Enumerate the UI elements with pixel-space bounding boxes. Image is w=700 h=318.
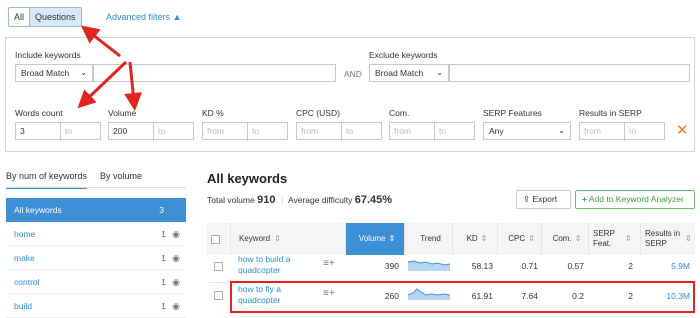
volume-input[interactable]: 200 to (108, 122, 194, 141)
highlight-box (230, 281, 695, 313)
results-in-serp-input[interactable]: from to (579, 122, 665, 141)
header-cpc[interactable]: CPC ⇕ (498, 223, 542, 255)
sort-icon: ⇕ (625, 234, 632, 243)
tab-by-volume[interactable]: By volume (100, 171, 142, 181)
row-kd: 58.13 (471, 261, 493, 271)
words-count-label: Words count (15, 108, 63, 118)
advanced-filters-link[interactable]: Advanced filters ▲ (106, 12, 181, 22)
header-com[interactable]: Com. ⇕ (542, 223, 589, 255)
serp-features-select[interactable]: Any ⌄ (483, 122, 571, 140)
chevron-down-icon: ⌄ (80, 68, 87, 77)
chevron-down-icon: ⌄ (436, 68, 443, 77)
words-count-input[interactable]: 3 to (15, 122, 101, 141)
header-kd[interactable]: KD ⇕ (453, 223, 498, 255)
sidebar-item-home[interactable]: home 1 ◉ (6, 222, 186, 246)
add-to-keyword-analyzer-button[interactable]: + Add to Keyword Analyzer (575, 190, 695, 209)
cpc-input[interactable]: from to (296, 122, 382, 141)
page-title: All keywords (207, 171, 288, 186)
row-serp-feat: 2 (628, 261, 633, 271)
exclude-keywords-input[interactable] (449, 64, 690, 82)
header-serp-feat[interactable]: SERP Feat. ⇕ (589, 223, 641, 255)
eye-icon[interactable]: ◉ (172, 246, 180, 270)
clear-filters-icon[interactable]: ✕ (676, 121, 689, 139)
avg-difficulty-value: 67.45% (354, 194, 393, 206)
row-com: 0.57 (567, 261, 584, 271)
header-trend: Trend (405, 223, 453, 255)
total-volume-value: 910 (257, 194, 276, 206)
sidebar-item-control[interactable]: control 1 ◉ (6, 270, 186, 294)
row-checkbox[interactable] (214, 291, 223, 300)
header-checkbox-cell (207, 223, 231, 255)
toggle-questions[interactable]: Questions (29, 8, 81, 26)
plus-icon: + (582, 194, 587, 204)
eye-icon[interactable]: ◉ (172, 294, 180, 318)
export-button[interactable]: ⇪ Export (516, 190, 571, 209)
eye-icon[interactable]: ◉ (172, 270, 180, 294)
serp-features-label: SERP Features (483, 108, 542, 118)
sidebar-item-make[interactable]: make 1 ◉ (6, 246, 186, 270)
sort-icon: ⇕ (274, 234, 281, 243)
row-checkbox[interactable] (214, 262, 223, 271)
sort-icon: ⇕ (685, 234, 692, 243)
toggle-all[interactable]: All (9, 8, 29, 26)
include-keywords-input[interactable] (93, 64, 336, 82)
and-label: AND (344, 69, 362, 79)
sidebar-item-all-keywords[interactable]: All keywords 3 (6, 198, 186, 222)
chevron-up-icon: ▲ (172, 12, 182, 22)
com-input[interactable]: from to (389, 122, 475, 141)
row-results-link[interactable]: 5.9M (641, 261, 690, 271)
eye-icon[interactable]: ◉ (172, 222, 180, 246)
summary-stats: Total volume 910 | Average difficulty 67… (207, 194, 393, 206)
cpc-label: CPC (USD) (296, 108, 340, 118)
trend-sparkline (408, 260, 450, 271)
com-label: Com. (389, 108, 410, 118)
kd-label: KD % (202, 108, 224, 118)
row-volume: 390 (384, 261, 399, 271)
include-keywords-label: Include keywords (15, 50, 81, 60)
exclude-keywords-label: Exclude keywords (369, 50, 438, 60)
volume-label: Volume (108, 108, 137, 118)
sidebar-item-build[interactable]: build 1 ◉ (6, 294, 186, 318)
keyword-type-toggle: All Questions (8, 7, 82, 27)
add-to-list-icon[interactable]: ≡+ (323, 258, 335, 269)
header-keyword[interactable]: Keyword ⇕ (231, 223, 346, 255)
tab-divider (6, 187, 186, 188)
header-volume[interactable]: Volume ⇕ (346, 223, 405, 255)
sort-icon: ⇕ (574, 234, 582, 243)
sort-icon: ⇕ (528, 234, 535, 243)
kd-input[interactable]: from to (202, 122, 288, 141)
results-in-serp-label: Results in SERP (579, 108, 642, 118)
header-results-in-serp[interactable]: Results in SERP ⇕ (641, 223, 695, 255)
exclude-match-select[interactable]: Broad Match ⌄ (369, 64, 449, 82)
include-match-select[interactable]: Broad Match ⌄ (15, 64, 93, 82)
chevron-down-icon: ⌄ (558, 126, 565, 135)
keyword-link[interactable]: how to build a quadcopter (238, 254, 290, 276)
select-all-checkbox[interactable] (211, 234, 220, 244)
sort-icon: ⇕ (388, 234, 396, 243)
stats-divider: | (280, 195, 284, 205)
row-cpc: 0.71 (521, 261, 538, 271)
sort-icon: ⇕ (480, 234, 488, 243)
export-icon: ⇪ (523, 194, 531, 204)
